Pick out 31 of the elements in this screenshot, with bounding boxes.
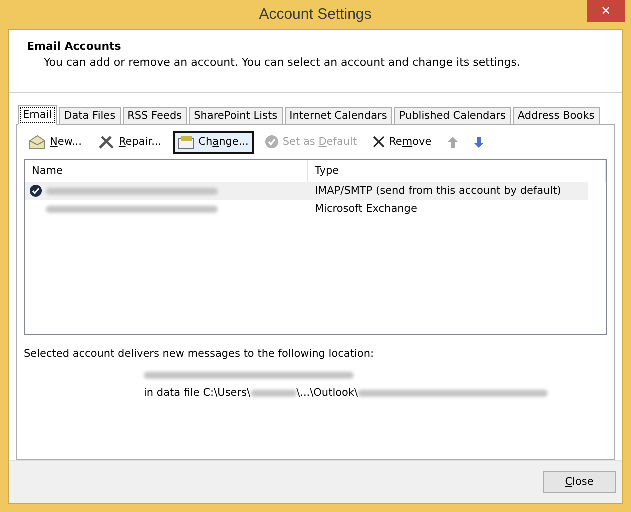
- section-description: You can add or remove an account. You can select an account and change its settings.: [43, 56, 522, 69]
- close-dialog-button[interactable]: Close: [543, 471, 616, 493]
- blurred-text: [250, 390, 297, 396]
- tab[interactable]: SharePoint Lists: [189, 107, 283, 125]
- envelope-icon: [29, 134, 46, 150]
- window-title: Account Settings: [259, 6, 372, 23]
- location-label: Selected account delivers new messages to the following location:: [24, 348, 376, 360]
- check-circle-icon: [264, 135, 279, 149]
- tab[interactable]: RSS Feeds: [122, 107, 188, 125]
- account-type: IMAP/SMTP (send from this account by default): [314, 185, 562, 197]
- tab[interactable]: Internet Calendars: [284, 107, 392, 125]
- remove-button[interactable]: Remove: [368, 132, 437, 152]
- close-icon: [373, 136, 386, 148]
- new-button[interactable]: New...: [24, 130, 87, 154]
- close-button[interactable]: ✕: [587, 0, 625, 22]
- tab[interactable]: Data Files: [59, 107, 121, 125]
- tab[interactable]: Published Calendars: [394, 107, 511, 125]
- path-text: \...\Outlook\: [296, 387, 358, 399]
- up-arrow-icon: [448, 136, 458, 148]
- tools-icon: [98, 134, 115, 150]
- repair-button[interactable]: Repair...: [92, 130, 167, 154]
- tab[interactable]: Address Books: [512, 107, 600, 125]
- account-type: Microsoft Exchange: [314, 203, 418, 215]
- section-title: Email Accounts: [27, 40, 122, 53]
- account-row[interactable]: Microsoft Exchange: [25, 200, 588, 218]
- tab[interactable]: Email: [18, 105, 58, 125]
- settings-card-icon: [178, 134, 195, 150]
- path-text: in data file C:\Users\: [144, 387, 251, 399]
- account-row[interactable]: IMAP/SMTP (send from this account by default): [25, 182, 588, 200]
- down-arrow-icon: [474, 136, 484, 148]
- change-button[interactable]: Change...: [172, 130, 254, 154]
